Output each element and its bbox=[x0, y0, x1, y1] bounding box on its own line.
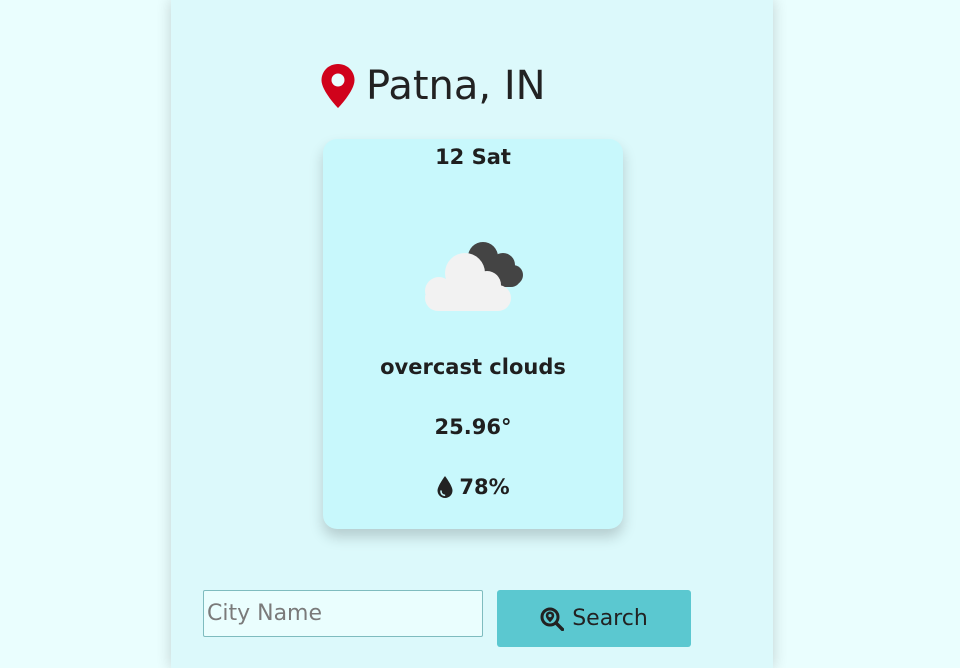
weather-description: overcast clouds bbox=[380, 355, 566, 379]
weather-card: 12 Sat overcast clouds 25.96° 78% bbox=[323, 139, 623, 529]
map-pin-icon bbox=[321, 64, 355, 108]
humidity: 78% bbox=[323, 475, 623, 499]
location-header: Patna, IN bbox=[320, 60, 546, 112]
temperature: 25.96° bbox=[434, 415, 512, 439]
search-location-icon bbox=[540, 607, 565, 631]
search-button[interactable]: Search bbox=[497, 590, 691, 647]
forecast-date: 12 Sat bbox=[435, 145, 511, 169]
water-drop-icon bbox=[437, 476, 453, 498]
overcast-clouds-icon bbox=[425, 242, 523, 311]
humidity-value: 78% bbox=[459, 475, 510, 499]
city-name-input[interactable] bbox=[203, 590, 483, 637]
city-name: Patna, IN bbox=[366, 63, 546, 109]
search-button-label: Search bbox=[572, 606, 648, 631]
